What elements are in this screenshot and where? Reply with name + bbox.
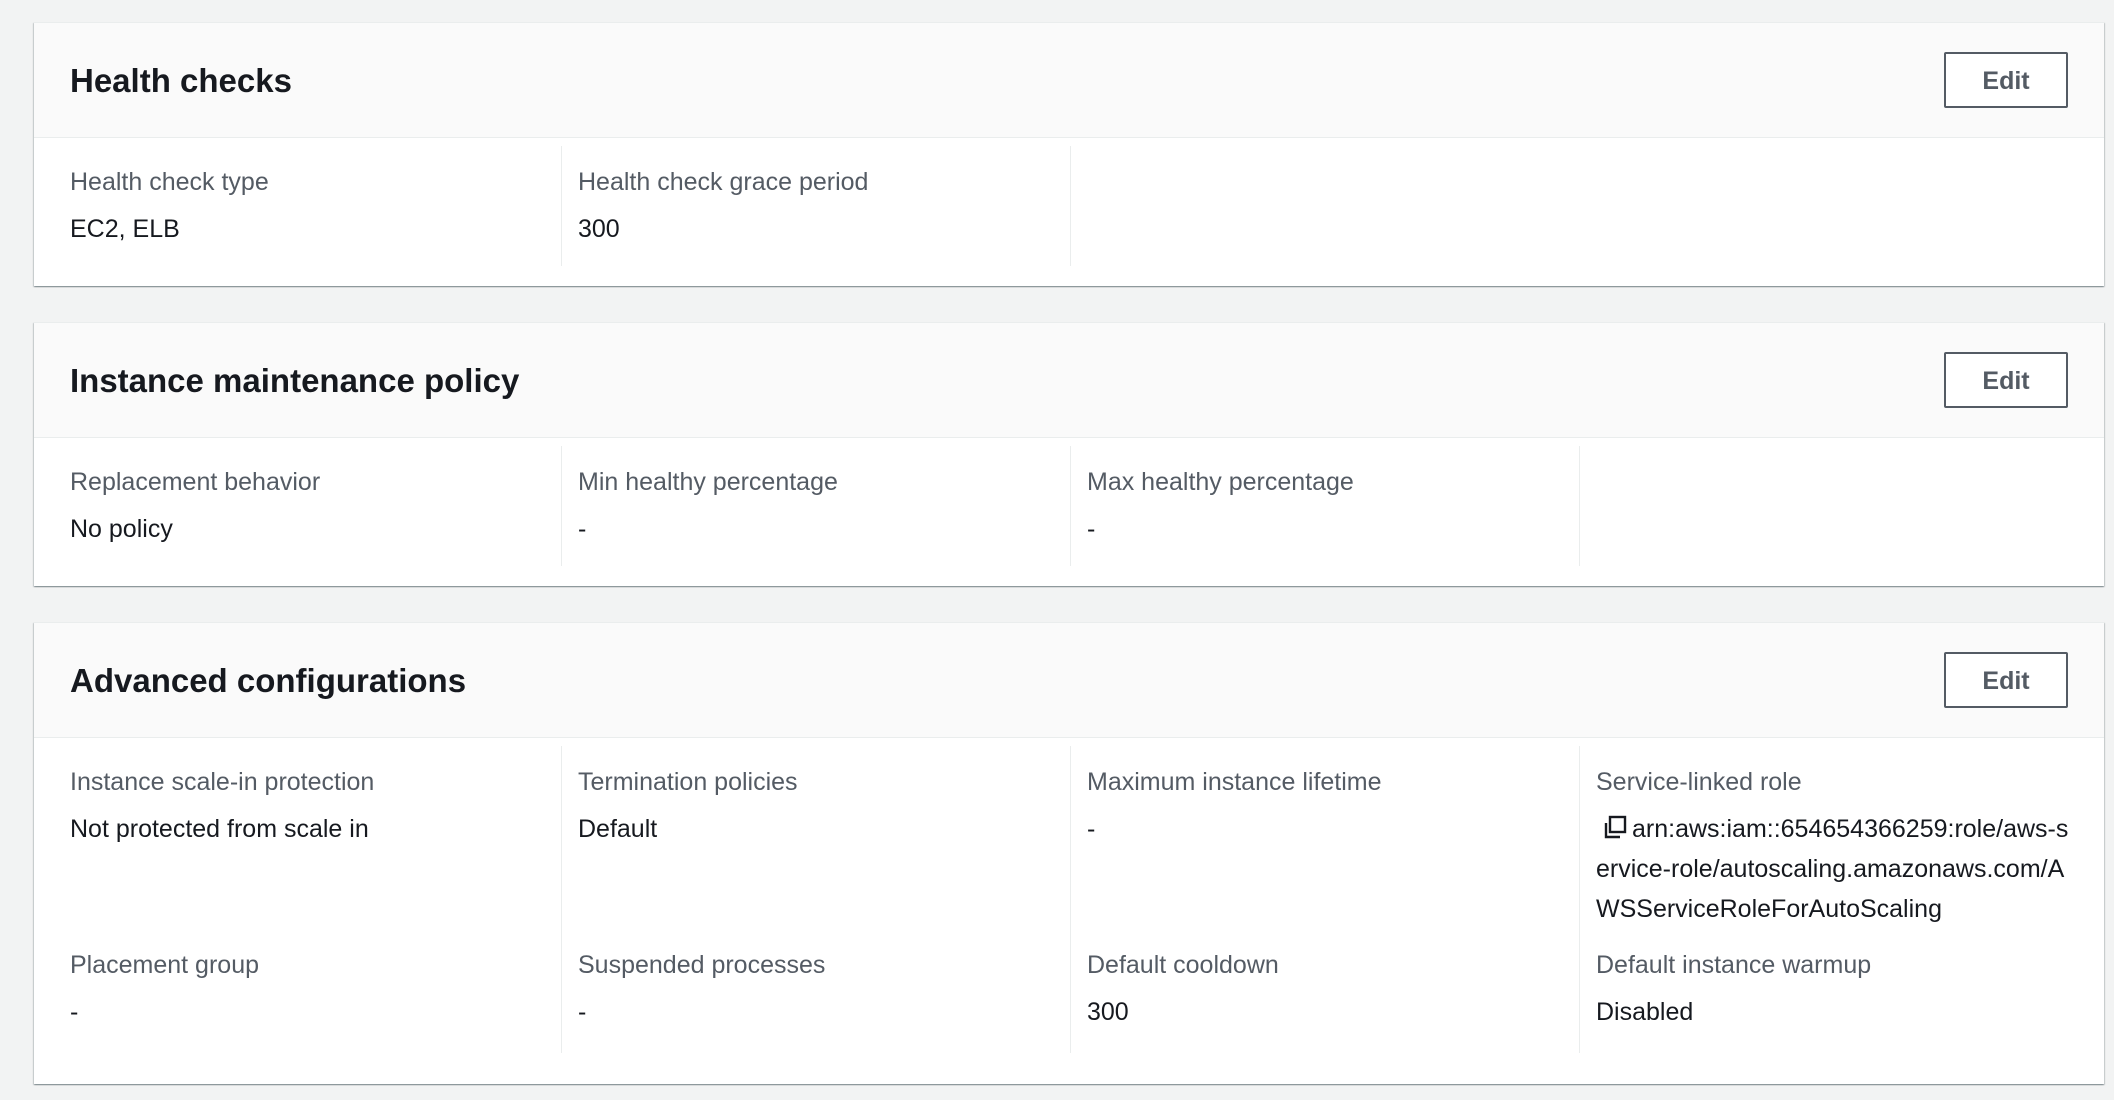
maintenance-policy-grid: Replacement behavior No policy Min healt…: [34, 438, 2104, 576]
field-value: -: [578, 515, 587, 543]
scale-in-protection-field: Instance scale-in protection Not protect…: [54, 746, 562, 945]
field-label: Instance scale-in protection: [70, 768, 375, 796]
field-value: -: [70, 998, 79, 1026]
advanced-configurations-grid: Instance scale-in protection Not protect…: [34, 738, 2104, 1063]
advanced-configurations-header: Advanced configurations Edit: [34, 623, 2104, 738]
suspended-processes-field: Suspended processes -: [562, 945, 1071, 1053]
field-label: Health check grace period: [578, 168, 869, 196]
health-checks-grid: Health check type EC2, ELB Health check …: [34, 138, 2104, 276]
min-healthy-percentage-field: Min healthy percentage -: [562, 446, 1071, 566]
field-label: Replacement behavior: [70, 468, 321, 496]
field-label: Max healthy percentage: [1087, 468, 1354, 496]
health-check-grace-period-field: Health check grace period 300: [562, 146, 1071, 266]
field-label: Default cooldown: [1087, 951, 1279, 979]
default-cooldown-field: Default cooldown 300: [1071, 945, 1580, 1053]
maintenance-policy-header: Instance maintenance policy Edit: [34, 323, 2104, 438]
field-value: No policy: [70, 515, 173, 543]
field-label: Placement group: [70, 951, 260, 979]
empty-cell: [1580, 146, 2084, 266]
field-label: Default instance warmup: [1596, 951, 1872, 979]
health-checks-header: Health checks Edit: [34, 23, 2104, 138]
field-value: 300: [578, 215, 620, 243]
field-value: -: [578, 998, 587, 1026]
field-label: Min healthy percentage: [578, 468, 838, 496]
advanced-configurations-panel: Advanced configurations Edit Instance sc…: [34, 622, 2104, 1084]
service-linked-role-arn: arn:aws:iam::654654366259:role/aws-servi…: [1596, 815, 2069, 923]
advanced-configurations-edit-button[interactable]: Edit: [1944, 652, 2068, 708]
placement-group-field: Placement group -: [54, 945, 562, 1053]
health-check-type-field: Health check type EC2, ELB: [54, 146, 562, 266]
empty-cell: [1071, 146, 1580, 266]
maintenance-policy-edit-button[interactable]: Edit: [1944, 352, 2068, 408]
health-checks-panel: Health checks Edit Health check type EC2…: [34, 22, 2104, 286]
service-linked-role-value: arn:aws:iam::654654366259:role/aws-servi…: [1596, 809, 2072, 929]
health-checks-edit-button[interactable]: Edit: [1944, 52, 2068, 108]
field-label: Termination policies: [578, 768, 798, 796]
advanced-configurations-title: Advanced configurations: [70, 662, 467, 699]
maintenance-policy-title: Instance maintenance policy: [70, 362, 520, 399]
maintenance-policy-panel: Instance maintenance policy Edit Replace…: [34, 322, 2104, 586]
empty-cell: [1580, 446, 2084, 566]
field-value: Not protected from scale in: [70, 815, 369, 843]
service-linked-role-field: Service-linked role arn:aws:iam::6546543…: [1580, 746, 2088, 945]
default-instance-warmup-field: Default instance warmup Disabled: [1580, 945, 2088, 1053]
max-healthy-percentage-field: Max healthy percentage -: [1071, 446, 1580, 566]
field-value: Default: [578, 815, 658, 843]
field-value: Disabled: [1596, 998, 1694, 1026]
field-label: Suspended processes: [578, 951, 826, 979]
termination-policies-field: Termination policies Default: [562, 746, 1071, 945]
page: Health checks Edit Health check type EC2…: [0, 0, 2114, 1100]
field-value: EC2, ELB: [70, 215, 180, 243]
field-value: -: [1087, 815, 1096, 843]
replacement-behavior-field: Replacement behavior No policy: [54, 446, 562, 566]
field-label: Maximum instance lifetime: [1087, 768, 1382, 796]
field-value: -: [1087, 515, 1096, 543]
field-label: Health check type: [70, 168, 269, 196]
copy-icon[interactable]: [1596, 809, 1632, 843]
health-checks-title: Health checks: [70, 62, 292, 99]
field-label: Service-linked role: [1596, 768, 1802, 796]
field-value: 300: [1087, 998, 1129, 1026]
maximum-instance-lifetime-field: Maximum instance lifetime -: [1071, 746, 1580, 945]
